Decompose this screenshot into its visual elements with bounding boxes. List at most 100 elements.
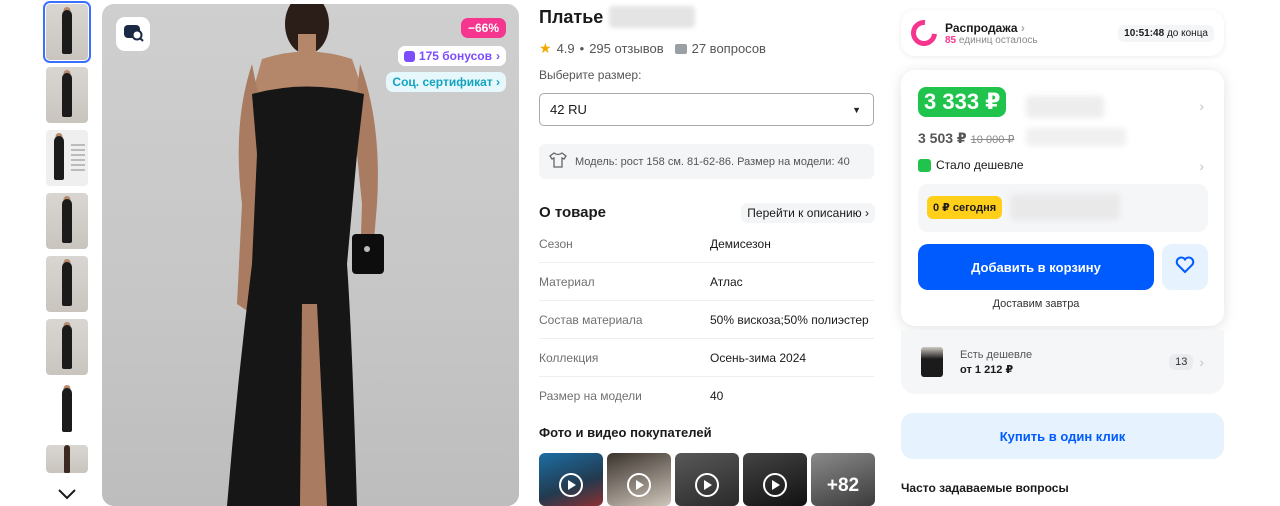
price-secondary: 3 503 ₽ [918,130,967,146]
about-title: О товаре [539,204,607,221]
play-icon [559,473,583,497]
customer-media-title: Фото и видео покупателей [539,425,712,440]
spec-key: Сезон [539,236,573,251]
product-title: Платье [539,6,696,28]
thumbnail-5[interactable] [46,256,88,312]
cheaper-offers-text: Есть дешевле от 1 212 ₽ [960,349,1032,376]
size-label: Выберите размер: [539,68,642,82]
questions-link[interactable]: 27 вопросов [692,41,766,56]
cheaper-offers-card[interactable]: Есть дешевле от 1 212 ₽ 13 › [901,330,1224,394]
reviews-link[interactable]: 295 отзывов [589,41,663,56]
sale-timer-value: 10:51:48 [1124,27,1165,39]
image-search-icon [122,21,144,48]
chevron-right-icon: › [865,206,869,220]
bonus-badge[interactable]: 175 бонусов › [397,46,506,66]
specs-table: Сезон Демисезон Материал Атлас Состав ма… [539,225,874,415]
certificate-badge[interactable]: Соц. сертификат › [386,72,506,92]
rating-value: 4.9 [556,41,575,56]
thumbnail-1[interactable] [43,1,91,63]
spec-row: Материал Атлас [539,263,874,301]
certificate-badge-label: Соц. сертификат [392,75,493,89]
sale-timer-suffix: до конца [1166,27,1208,39]
customer-video-4[interactable] [743,453,807,506]
spec-row: Размер на модели 40 [539,377,874,415]
spec-value: Осень-зима 2024 [710,350,807,365]
questions-icon [674,43,687,54]
add-to-cart-button[interactable]: Добавить в корзину [918,244,1154,290]
spec-row: Состав материала 50% вискоза;50% полиэст… [539,301,874,339]
play-icon [627,473,651,497]
thumbnail-3[interactable] [46,130,88,186]
installment-box[interactable]: 0 ₽ сегодня [918,184,1208,232]
sale-text: Распродажа › 85 единиц осталось [945,21,1038,46]
image-search-button[interactable] [116,17,150,51]
thumbnail-strip [43,1,91,480]
price-secondary-line: 3 503 ₽ 10 000 ₽ [918,130,1014,147]
customer-video-3[interactable] [675,453,739,506]
sale-title-text: Распродажа [945,20,1018,35]
spec-key: Материал [539,274,595,289]
spec-key: Коллекция [539,350,599,365]
size-select[interactable]: 42 RU ▼ [539,93,874,126]
thumbnail-2[interactable] [46,67,88,123]
discount-badge: −66% [460,18,506,38]
thumbnail-4[interactable] [46,193,88,249]
customer-media-more[interactable]: +82 [811,453,875,506]
customer-video-1[interactable] [539,453,603,506]
cheaper-offers-price: от 1 212 ₽ [960,363,1014,376]
spec-value: 50% вискоза;50% полиэстер [710,312,869,327]
model-info: Модель: рост 158 см. 81-62-86. Размер на… [539,144,874,179]
caret-down-icon: ▼ [852,104,861,115]
tshirt-icon [549,152,567,171]
main-product-photo[interactable]: −66% 175 бонусов › Соц. сертификат › [102,4,519,506]
customer-media-strip: +82 [539,453,875,506]
chevron-right-icon: › [496,49,500,63]
spec-row: Сезон Демисезон [539,225,874,263]
cheaper-offers-label: Есть дешевле [960,348,1033,361]
blurred-price-note [1026,96,1104,118]
buy-one-click-button[interactable]: Купить в один клик [901,413,1224,459]
cheaper-offers-count: 13 [1169,354,1194,370]
star-icon: ★ [539,40,552,56]
customer-video-2[interactable] [607,453,671,506]
size-select-value: 42 RU [550,102,587,117]
chevron-down-icon[interactable] [56,486,78,502]
product-title-text: Платье [539,6,604,27]
go-to-description-button[interactable]: Перейти к описанию › [741,203,875,223]
chevron-right-icon[interactable]: › [1199,98,1204,114]
model-info-text: Модель: рост 158 см. 81-62-86. Размер на… [575,155,850,168]
faq-title: Часто задаваемые вопросы [901,481,1069,495]
price-dropped-line[interactable]: Стало дешевле [918,158,1024,172]
price-old: 10 000 ₽ [970,134,1015,146]
thumbnail-7[interactable] [46,382,88,438]
bonus-badge-label: 175 бонусов [418,49,492,63]
spec-key: Состав материала [539,312,643,327]
buy-box: 3 333 ₽ › 3 503 ₽ 10 000 ₽ Стало дешевле… [901,70,1224,326]
sale-remaining: 85 единиц осталось [945,35,1038,46]
sale-timer: 10:51:48 до конца [1118,24,1214,42]
chevron-right-icon[interactable]: › [1199,158,1204,174]
blurred-installment-text [1010,194,1120,220]
thumbnail-8[interactable] [46,445,88,473]
spec-row: Коллекция Осень-зима 2024 [539,339,874,377]
installment-tag: 0 ₽ сегодня [927,196,1003,219]
heart-icon [1175,256,1195,279]
more-count: +82 [826,475,860,496]
rating-line: ★ 4.9 • 295 отзывов 27 вопросов [539,40,766,57]
spec-value: Атлас [710,274,743,289]
spec-key: Размер на модели [539,389,642,403]
sale-banner[interactable]: Распродажа › 85 единиц осталось 10:51:48… [901,10,1224,56]
delivery-info: Доставим завтра [992,298,1080,310]
sale-remaining-count: 85 [945,34,957,46]
cheaper-offer-thumbnail [921,347,943,377]
blurred-title-part [609,6,696,28]
bonus-icon [403,50,415,62]
play-icon [695,473,719,497]
sale-title: Распродажа › [945,21,1038,35]
thumbnail-6[interactable] [46,319,88,375]
price-with-card[interactable]: 3 333 ₽ [918,87,1007,117]
play-icon [763,473,787,497]
favorite-button[interactable] [1162,244,1208,290]
spec-value: 40 [710,389,724,403]
blurred-price-note-2 [1026,128,1126,146]
